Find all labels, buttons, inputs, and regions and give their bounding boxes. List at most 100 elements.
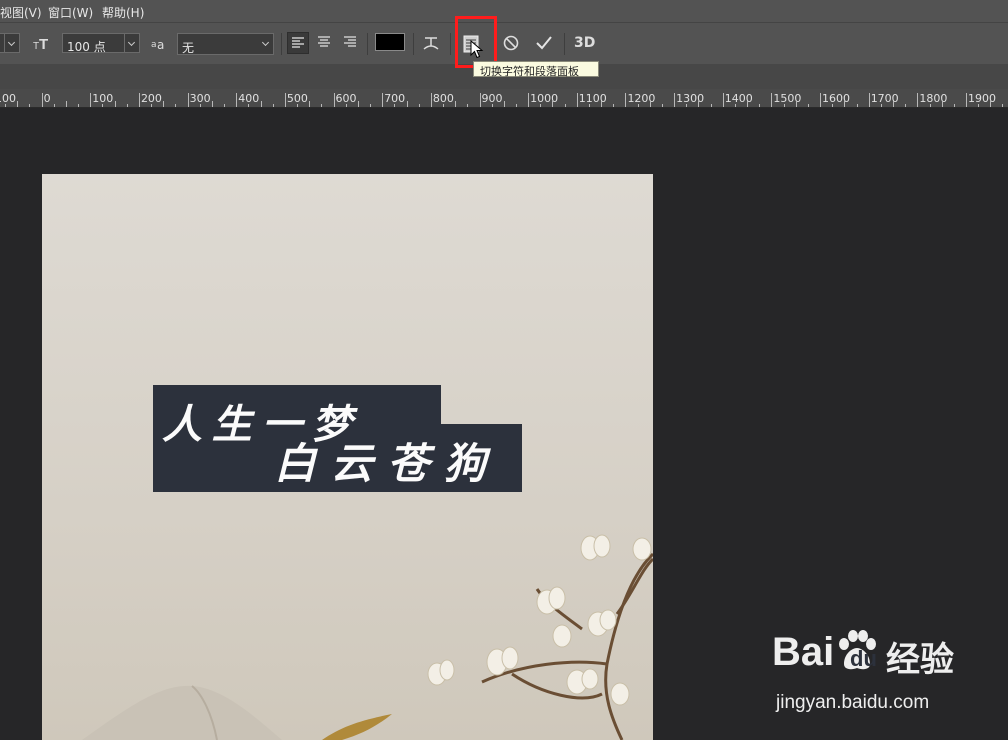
cursor-icon <box>470 39 484 60</box>
ruler-label: 1200 <box>627 92 656 105</box>
ruler-major-tick <box>917 93 919 107</box>
ruler-minor-tick <box>601 101 603 107</box>
ruler-minor-tick <box>1002 104 1004 107</box>
ruler-minor-tick <box>345 104 347 107</box>
ruler-minor-tick <box>455 101 457 107</box>
ruler-major-tick <box>333 93 335 107</box>
horizontal-ruler[interactable]: 1000100200300400500600700800900100011001… <box>0 89 1008 108</box>
ruler-minor-tick <box>370 104 372 107</box>
align-left-button[interactable] <box>287 32 309 54</box>
ruler-label: 1600 <box>822 92 851 105</box>
ruler-minor-tick <box>309 101 311 107</box>
cancel-button[interactable] <box>500 32 522 54</box>
ruler-minor-tick <box>65 101 67 107</box>
ruler-major-tick <box>236 93 238 107</box>
align-left-icon <box>292 37 304 48</box>
options-bar: T T 100 点 aa 无 3D <box>0 22 1008 65</box>
warp-text-icon <box>423 37 439 50</box>
ruler-major-tick <box>820 93 822 107</box>
commit-icon <box>536 36 552 50</box>
ruler-label: 1500 <box>773 92 802 105</box>
ruler-minor-tick <box>978 104 980 107</box>
ruler-major-tick <box>284 93 286 107</box>
ruler-minor-tick <box>734 104 736 107</box>
ruler-major-tick <box>41 93 43 107</box>
ruler-minor-tick <box>856 104 858 107</box>
font-size-value: 100 点 <box>67 40 106 54</box>
watermark-bai: Bai <box>772 630 835 674</box>
ruler-minor-tick <box>686 104 688 107</box>
svg-text:T: T <box>39 36 48 53</box>
watermark-du: du <box>850 646 877 671</box>
watermark-url: jingyan.baidu.com <box>776 692 930 713</box>
ruler-minor-tick <box>260 101 262 107</box>
ruler-minor-tick <box>175 104 177 107</box>
tooltip: 切换字符和段落面板 <box>473 61 599 78</box>
ruler-minor-tick <box>5 104 7 107</box>
ruler-major-tick <box>966 93 967 107</box>
font-style-dropdown[interactable] <box>0 33 20 53</box>
menu-help[interactable]: 帮助(H) <box>102 4 144 21</box>
ruler-major-tick <box>528 93 530 107</box>
ruler-minor-tick <box>637 104 639 107</box>
ruler-minor-tick <box>357 101 359 107</box>
ruler-minor-tick <box>151 104 153 107</box>
ruler-minor-tick <box>248 104 250 107</box>
ruler-label: 1000 <box>530 92 559 105</box>
ruler-minor-tick <box>844 101 846 107</box>
ruler-major-tick <box>430 93 432 107</box>
ruler-minor-tick <box>990 101 992 107</box>
ruler-minor-tick <box>29 104 31 107</box>
ruler-major-tick <box>771 93 773 107</box>
ruler-minor-tick <box>443 104 444 107</box>
anti-alias-value: 无 <box>182 41 195 55</box>
font-size-field[interactable]: 100 点 <box>62 33 140 54</box>
ruler-minor-tick <box>114 101 116 107</box>
ruler-minor-tick <box>199 104 201 107</box>
ruler-label: 1700 <box>870 92 899 105</box>
warp-text-button[interactable] <box>420 32 442 54</box>
ruler-minor-tick <box>953 104 955 107</box>
font-size-icon: T T <box>33 32 53 54</box>
ruler-minor-tick <box>211 101 213 107</box>
ruler-minor-tick <box>661 104 663 107</box>
ruler-major-tick <box>868 93 870 107</box>
ruler-label: 1300 <box>676 92 705 105</box>
ruler-minor-tick <box>491 104 493 107</box>
align-center-button[interactable] <box>314 32 336 54</box>
svg-text:a: a <box>151 40 157 50</box>
ruler-minor-tick <box>710 104 712 107</box>
3d-icon: 3D <box>574 35 596 51</box>
ruler-major-tick <box>382 93 384 107</box>
poem-line-2[interactable]: 白 云 苍 狗 <box>274 430 486 491</box>
ruler-minor-tick <box>795 101 797 107</box>
ruler-label: 1900 <box>968 92 996 105</box>
ruler-minor-tick <box>807 104 809 107</box>
chevron-down-icon[interactable] <box>124 34 139 52</box>
ruler-major-tick <box>722 93 724 107</box>
align-right-button[interactable] <box>340 32 362 54</box>
ruler-minor-tick <box>53 104 55 107</box>
ruler-minor-tick <box>515 104 517 107</box>
ruler-minor-tick <box>747 101 749 107</box>
ruler-major-tick <box>187 93 189 107</box>
ruler-minor-tick <box>929 104 931 107</box>
ruler-minor-tick <box>163 101 165 107</box>
text-color-swatch[interactable] <box>375 33 405 51</box>
ruler-minor-tick <box>540 104 542 107</box>
document-canvas[interactable]: 人 生 一 梦 白 云 苍 狗 <box>42 174 653 740</box>
ruler-minor-tick <box>297 104 299 107</box>
ruler-minor-tick <box>905 104 907 107</box>
menu-window[interactable]: 窗口(W) <box>48 4 93 21</box>
menu-view[interactable]: 视图(V) <box>0 4 42 21</box>
ruler-major-tick <box>674 93 676 107</box>
ruler-minor-tick <box>552 101 554 107</box>
3d-button[interactable]: 3D <box>574 35 595 51</box>
ruler-minor-tick <box>272 104 274 107</box>
ruler-minor-tick <box>126 104 128 107</box>
anti-alias-dropdown[interactable]: 无 <box>177 33 274 55</box>
ruler-minor-tick <box>649 101 651 107</box>
ruler-label: 0 <box>43 92 51 105</box>
commit-button[interactable] <box>533 32 555 54</box>
chevron-down-icon <box>259 34 273 54</box>
